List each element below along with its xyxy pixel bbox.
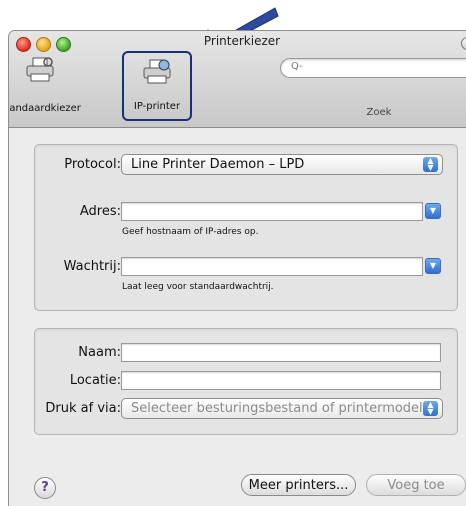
queue-hint: Laat leeg voor standaardwachtrij. <box>122 282 274 292</box>
print-via-popup[interactable]: Selecteer besturingsbestand of printermo… <box>121 398 443 419</box>
protocol-value: Line Printer Daemon – LPD <box>131 157 305 172</box>
address-field[interactable] <box>121 202 423 221</box>
ip-printer-label: IP-printer <box>133 101 181 112</box>
name-field[interactable] <box>121 343 441 362</box>
search-icon: Q- <box>291 61 303 72</box>
standard-browser-label: Standaardkiezer <box>9 103 81 114</box>
print-via-value: Selecteer besturingsbestand of printermo… <box>131 401 423 416</box>
queue-label: Wachtrij: <box>63 259 121 274</box>
toolbar-toggle-button[interactable] <box>461 37 466 50</box>
name-label: Naam: <box>78 345 121 360</box>
address-label: Adres: <box>79 204 121 219</box>
add-button[interactable]: Voeg toe <box>366 474 466 496</box>
printer-icon <box>26 57 54 82</box>
standard-browser-tab[interactable]: Standaardkiezer <box>9 51 81 121</box>
search-field[interactable]: Q- <box>280 58 466 78</box>
popup-arrows-icon: ▲ ▼ <box>423 157 438 172</box>
popup-arrows-icon: ▲ ▼ <box>423 401 438 416</box>
printer-browser-window: Printerkiezer Standaardkiezer IP-printer… <box>8 30 466 506</box>
address-history-button[interactable]: ▼ <box>425 203 441 219</box>
help-icon[interactable]: ? <box>34 477 56 499</box>
window-title: Printerkiezer <box>203 34 281 48</box>
location-label: Locatie: <box>69 373 121 388</box>
toolbar: Printerkiezer Standaardkiezer IP-printer… <box>9 31 466 128</box>
print-via-label: Druk af via: <box>45 401 121 416</box>
protocol-label: Protocol: <box>64 157 121 172</box>
search-label: Zoek <box>366 107 392 118</box>
more-printers-button[interactable]: Meer printers... <box>241 474 356 496</box>
ip-printer-icon <box>143 59 171 84</box>
location-field[interactable] <box>121 371 441 390</box>
queue-history-button[interactable]: ▼ <box>425 258 441 274</box>
protocol-popup[interactable]: Line Printer Daemon – LPD ▲ ▼ <box>121 154 443 175</box>
ip-printer-tab[interactable]: IP-printer <box>122 51 192 121</box>
queue-field[interactable] <box>121 257 423 276</box>
address-hint: Geef hostnaam of IP-adres op. <box>122 227 259 237</box>
